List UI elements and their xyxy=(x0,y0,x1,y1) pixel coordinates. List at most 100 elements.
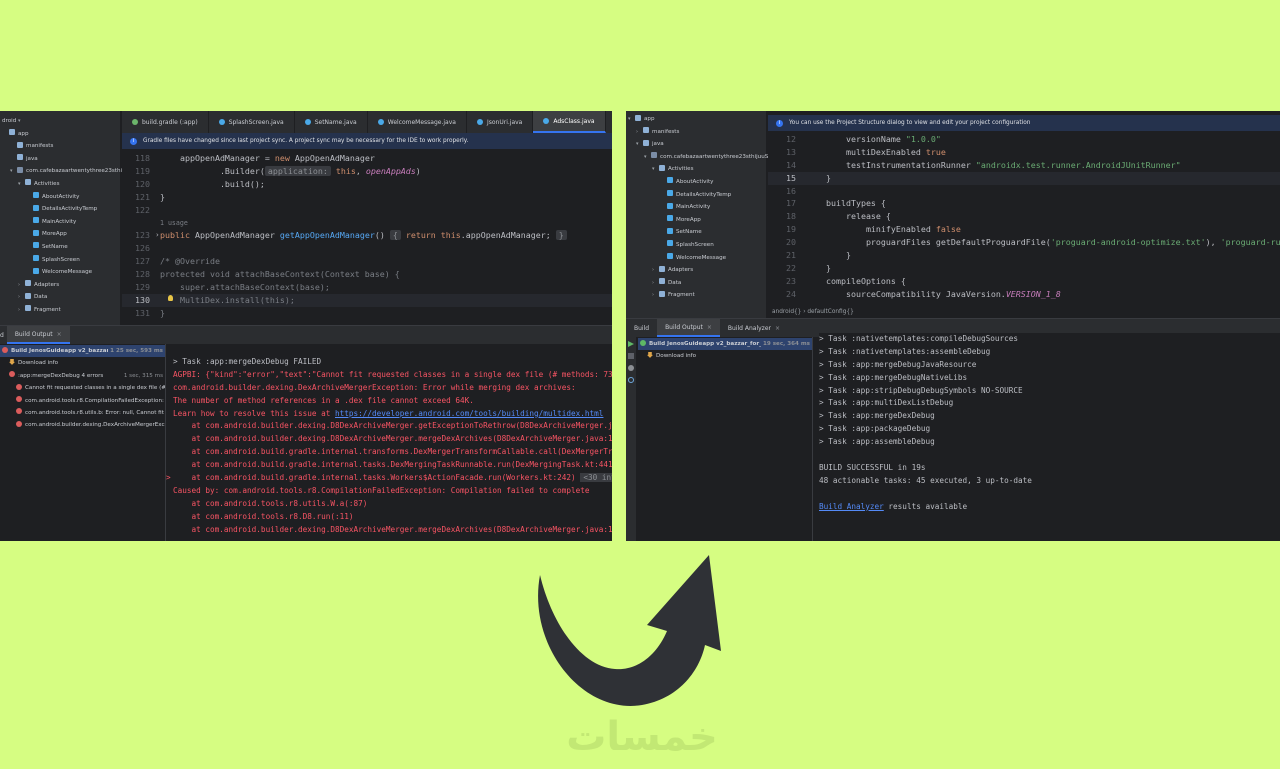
chevron-down-icon[interactable]: ▾ xyxy=(18,178,25,191)
chevron-right-icon[interactable]: › xyxy=(18,291,25,304)
tree-item-setname[interactable]: SetName xyxy=(0,241,120,254)
tab-adsclass-java[interactable]: AdsClass.java xyxy=(533,111,606,133)
tree-item-com-cafebazaartwentythree23sth[interactable]: ▾ com.cafebazaartwentythree23sthijuuSan_b xyxy=(0,165,148,178)
tree-item-welcomemessage[interactable]: WelcomeMessage xyxy=(0,266,120,279)
folder-icon xyxy=(659,278,665,285)
tree-item-label: DetailsActivityTemp xyxy=(42,206,98,213)
tree-item-com-cafebazaartwentythree23sth[interactable]: ▾ com.cafebazaartwentythree23sthijuuSan_b xyxy=(626,151,782,164)
tool-tab-build-analyzer[interactable]: Build Analyzer × xyxy=(720,319,788,337)
tree-item-adapters[interactable]: › Adapters xyxy=(0,279,120,292)
tree-item-manifests[interactable]: manifests xyxy=(0,140,120,153)
internal-frames-badge[interactable]: <30 interna xyxy=(580,473,612,483)
build-tree-item[interactable]: com.android.tools.r8.CompilationFailedEx… xyxy=(0,395,165,407)
console-text: > Task :app:mergeDexDebug FAILED xyxy=(173,357,322,366)
expand-chevron-icon[interactable]: > xyxy=(166,472,171,485)
filter-icon[interactable] xyxy=(628,365,634,371)
build-tree-item[interactable]: Build JenosGuideapp v2_bazzar_for_issa 19… xyxy=(638,338,812,351)
tree-item-moreapp[interactable]: MoreApp xyxy=(626,214,766,227)
tab-jsonuri-java[interactable]: JsonUri.java xyxy=(467,111,534,133)
tree-item-data[interactable]: › Data xyxy=(0,291,120,304)
tree-item-aboutactivity[interactable]: AboutActivity xyxy=(626,176,766,189)
build-tree-item[interactable]: com.android.builder.dexing.DexArchiveMer… xyxy=(0,419,165,431)
tree-item-app[interactable]: ▾ app xyxy=(626,113,766,126)
chevron-right-icon[interactable]: › xyxy=(636,126,643,139)
console-line: at com.android.build.gradle.internal.tas… xyxy=(173,459,613,472)
breadcrumb-text[interactable]: android{} › defaultConfig{} xyxy=(772,309,854,315)
chevron-down-icon[interactable]: ▾ xyxy=(628,113,635,126)
build-tree-item[interactable]: Download info xyxy=(0,357,165,369)
code-editor[interactable]: 12 versionName "1.0.0" 13 multiDexEnabled… xyxy=(768,133,1280,305)
build-tree-item[interactable]: Download info xyxy=(638,350,812,362)
tree-item-fragment[interactable]: › Fragment xyxy=(0,304,120,317)
tree-item-data[interactable]: › Data xyxy=(626,277,766,290)
multidex-doc-link[interactable]: https://developer.android.com/tools/buil… xyxy=(335,409,603,418)
chevron-right-icon[interactable]: › xyxy=(652,277,659,290)
tab-splashscreen-java[interactable]: SplashScreen.java xyxy=(209,111,295,133)
fold-chevron-icon[interactable]: › xyxy=(156,231,159,239)
console-line: at com.android.tools.r8.D8.run(:11) xyxy=(173,511,612,524)
chevron-down-icon[interactable]: ▾ xyxy=(10,165,17,178)
folder-icon xyxy=(643,127,649,134)
tree-item-activities[interactable]: ▾ Activities xyxy=(626,163,766,176)
bulb-icon[interactable] xyxy=(168,295,173,301)
build-vertical-splitter[interactable] xyxy=(165,344,166,541)
error-icon xyxy=(16,420,22,427)
build-vertical-splitter[interactable] xyxy=(812,337,813,541)
line-number: 19 xyxy=(786,224,796,235)
tree-item-detailsactivitytemp[interactable]: DetailsActivityTemp xyxy=(0,203,120,216)
build-console[interactable]: > Task :app:mergeDexDebug FAILED AGPBI: {… xyxy=(166,356,613,541)
chevron-right-icon[interactable]: › xyxy=(652,289,659,302)
tool-tab-build-output[interactable]: Build Output × xyxy=(657,319,720,337)
tree-item-label: Data xyxy=(668,279,682,286)
tree-item-moreapp[interactable]: MoreApp xyxy=(0,228,120,241)
chevron-down-icon[interactable]: ▾ xyxy=(652,163,659,176)
tree-item-fragment[interactable]: › Fragment xyxy=(626,289,766,302)
tab-welcomemessage-java[interactable]: WelcomeMessage.java xyxy=(368,111,467,133)
rerun-icon[interactable] xyxy=(628,341,634,347)
build-analyzer-link[interactable]: Build Analyzer xyxy=(819,502,884,511)
tree-item-mainactivity[interactable]: MainActivity xyxy=(0,216,120,229)
eye-icon[interactable] xyxy=(628,377,634,383)
tree-item-setname[interactable]: SetName xyxy=(626,226,766,239)
chevron-right-icon[interactable]: › xyxy=(652,264,659,277)
class-icon xyxy=(667,253,673,260)
build-tree-item[interactable]: :app:mergeDexDebug 4 errors 1 sec, 315 ms xyxy=(0,369,165,383)
build-item-label: :app:mergeDexDebug 4 errors xyxy=(18,372,104,379)
tree-item-activities[interactable]: ▾ Activities xyxy=(0,178,120,191)
close-icon[interactable]: × xyxy=(707,324,712,331)
chevron-right-icon[interactable]: › xyxy=(18,304,25,317)
tree-item-manifests[interactable]: › manifests xyxy=(626,126,766,139)
build-tree-item[interactable]: com.android.tools.r8.utils.b: Error: nul… xyxy=(0,407,165,419)
build-tree-item[interactable]: Build JenosGuideapp v2_bazzar_for_issam:… xyxy=(0,345,165,358)
build-tool-tab[interactable]: d xyxy=(0,326,7,344)
stop-icon[interactable] xyxy=(628,353,634,359)
tab-setname-java[interactable]: SetName.java xyxy=(295,111,368,133)
build-tree-item[interactable]: Cannot fit requested classes in a single… xyxy=(0,382,165,394)
tree-item-aboutactivity[interactable]: AboutActivity xyxy=(0,191,120,204)
chevron-down-icon[interactable]: ▾ xyxy=(644,151,651,164)
code-text: } xyxy=(160,191,165,202)
chevron-down-icon[interactable]: ▾ xyxy=(636,138,643,151)
tree-item-splashscreen[interactable]: SplashScreen xyxy=(626,239,766,252)
tree-item-splashscreen[interactable]: SplashScreen xyxy=(0,254,120,267)
tool-tab-build[interactable]: Build xyxy=(626,319,657,337)
project-root-label[interactable]: droid ▾ xyxy=(0,115,120,128)
code-editor[interactable]: 118 appOpenAdManager = new AppOpenAdMana… xyxy=(122,151,612,325)
tree-item-java[interactable]: java xyxy=(0,153,120,166)
build-console[interactable]: > Task :nativetemplates:compileDebugSour… xyxy=(819,333,1280,541)
console-text: > Task :app:packageDebug xyxy=(819,424,931,434)
close-icon[interactable]: × xyxy=(57,331,62,338)
code-text: .Builder(application: this, openAppAds) xyxy=(160,165,421,176)
line-number: 118 xyxy=(135,153,150,163)
tree-item-app[interactable]: app xyxy=(0,128,120,141)
tab-build-gradle-app-[interactable]: build.gradle (:app) xyxy=(122,111,209,133)
console-text: > Task :app:multiDexListDebug xyxy=(819,398,954,408)
tree-item-java[interactable]: ▾ java xyxy=(626,138,766,151)
tree-item-mainactivity[interactable]: MainActivity xyxy=(626,201,766,214)
tree-item-adapters[interactable]: › Adapters xyxy=(626,264,766,277)
close-icon[interactable]: × xyxy=(775,325,780,332)
tree-item-detailsactivitytemp[interactable]: DetailsActivityTemp xyxy=(626,189,766,202)
chevron-right-icon[interactable]: › xyxy=(18,279,25,292)
tree-item-welcomemessage[interactable]: WelcomeMessage xyxy=(626,252,766,265)
build-output-tab[interactable]: Build Output × xyxy=(6,326,70,344)
